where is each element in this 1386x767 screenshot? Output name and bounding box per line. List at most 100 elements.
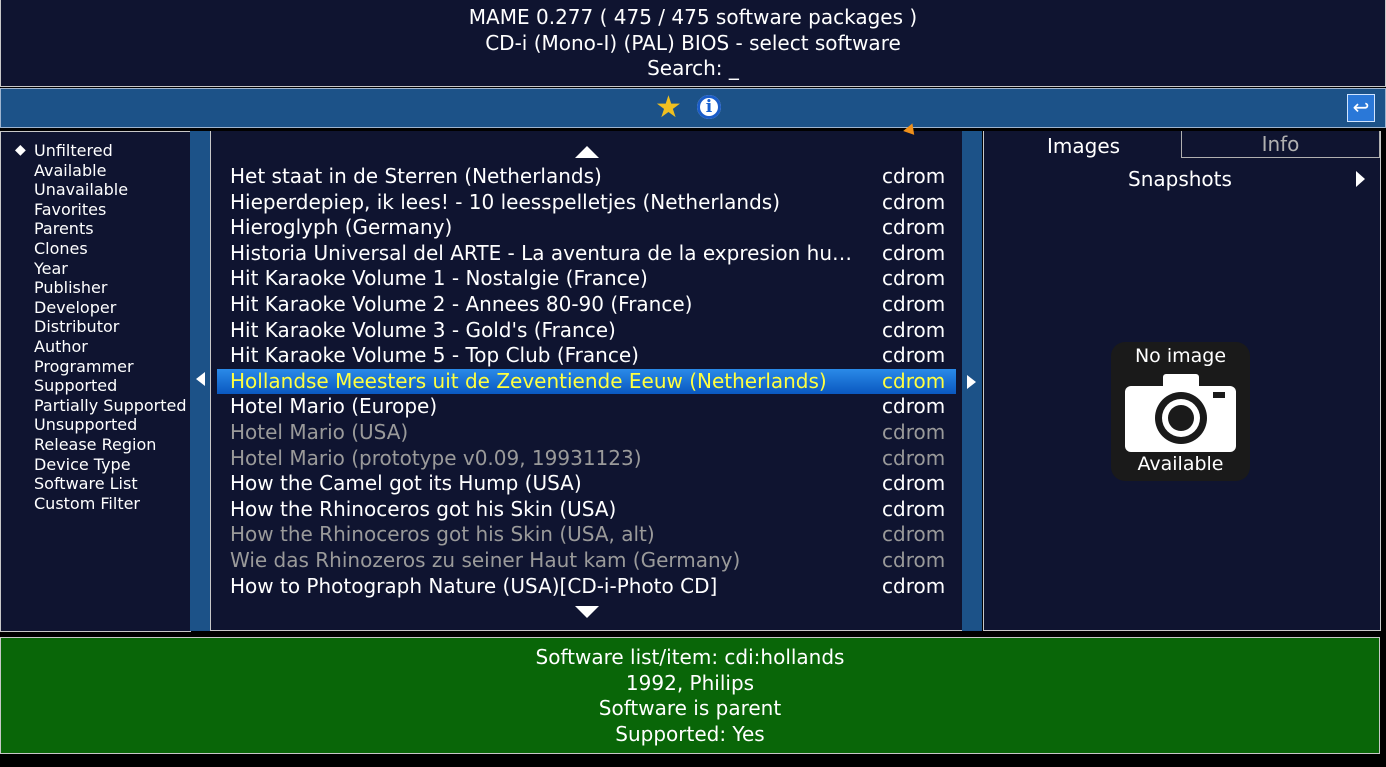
software-rows: Het staat in de Sterren (Netherlands) cdr… [211,164,962,599]
media-type: cdrom [882,189,946,214]
tab-info[interactable]: Info [1181,131,1380,158]
filter-label: Parents [34,219,94,239]
software-row[interactable]: Wie das Rhinozeros zu seiner Haut kam (G… [211,548,962,574]
filter-label: Available [34,160,107,180]
software-name: Hotel Mario (USA) [230,419,409,444]
selected-diamond-icon: ◆ [15,142,26,158]
filter-item[interactable]: Programmer [1,357,187,377]
media-type: cdrom [882,291,946,316]
filter-label: Publisher [34,278,108,298]
software-row[interactable]: Hotel Mario (Europe) cdrom [211,394,962,420]
collapse-left-icon[interactable] [196,372,205,386]
media-type: cdrom [882,419,946,444]
filter-label: Distributor [34,317,120,337]
filter-label: Clones [34,238,88,258]
filter-item[interactable]: Distributor [1,317,187,337]
next-image-type-icon[interactable] [1356,171,1365,187]
filter-item[interactable]: Supported [1,376,187,396]
software-name: Hieperdepiep, ik lees! - 10 leesspelletj… [230,189,780,214]
filter-item[interactable]: Unavailable [1,180,187,200]
filter-item[interactable]: Device Type [1,455,187,475]
filter-item[interactable]: Partially Supported [1,396,187,416]
software-row[interactable]: Hit Karaoke Volume 2 - Annees 80-90 (Fra… [211,292,962,318]
year-publisher: 1992, Philips [625,670,755,695]
collapse-right-icon[interactable] [967,375,976,389]
no-image-placeholder: No image Available [1111,342,1250,481]
filter-item[interactable]: Unsupported [1,415,187,435]
software-name: How the Rhinoceros got his Skin (USA, al… [230,522,655,547]
software-row[interactable]: Hit Karaoke Volume 3 - Gold's (France) cd… [211,318,962,344]
filter-item[interactable]: Clones [1,239,187,259]
filter-item[interactable]: Parents [1,219,187,239]
filter-label: Favorites [34,199,107,219]
available-label: Available [1137,453,1224,475]
filter-item[interactable]: Custom Filter [1,494,187,514]
software-row[interactable]: How to Photograph Nature (USA)[CD-i-Phot… [211,574,962,600]
filter-item[interactable]: Author [1,337,187,357]
media-type: cdrom [882,547,946,572]
filter-label: Partially Supported [34,395,187,415]
media-type: cdrom [882,368,946,393]
media-type: cdrom [882,522,946,547]
scroll-up-icon[interactable] [575,146,599,158]
filter-item[interactable]: Favorites [1,200,187,220]
software-row[interactable]: Hotel Mario (USA) cdrom [211,420,962,446]
filter-panel: ◆ Unfiltered Available Unavailable Favorites… [0,131,191,632]
star-icon[interactable]: ★ [655,90,682,125]
filter-item[interactable]: Software List [1,474,187,494]
filter-label: Unsupported [34,415,138,435]
tab-images[interactable]: Images [1047,134,1120,158]
media-type: cdrom [882,394,946,419]
software-name: How to Photograph Nature (USA)[CD-i-Phot… [230,573,718,598]
software-name: Hit Karaoke Volume 2 - Annees 80-90 (Fra… [230,291,693,316]
status-footer: Software list/item: cdi:hollands 1992, P… [0,637,1380,754]
filter-label: Author [34,336,88,356]
software-row[interactable]: Hotel Mario (prototype v0.09, 19931123) c… [211,446,962,472]
filter-label: Device Type [34,454,131,474]
software-row[interactable]: How the Camel got its Hump (USA) cdrom [211,471,962,497]
software-row[interactable]: Hit Karaoke Volume 5 - Top Club (France)… [211,343,962,369]
software-list: Het staat in de Sterren (Netherlands) cdr… [210,131,963,631]
info-icon[interactable]: i [697,95,721,119]
filter-label: Unavailable [34,180,129,200]
software-name: Hotel Mario (Europe) [230,394,438,419]
filter-item[interactable]: ◆ Unfiltered [1,141,187,161]
scroll-down-icon[interactable] [575,606,599,618]
filter-label: Unfiltered [34,141,113,160]
software-name: Het staat in de Sterren (Netherlands) [230,164,602,188]
software-name: Historia Universal del ARTE - La aventur… [230,240,853,265]
software-row[interactable]: How the Rhinoceros got his Skin (USA) cdr… [211,497,962,523]
system-title: CD-i (Mono-I) (PAL) BIOS - select softwa… [485,30,901,55]
software-row[interactable]: Historia Universal del ARTE - La aventur… [211,241,962,267]
filter-label: Developer [34,297,117,317]
search-field[interactable]: Search: _ [1,56,1385,82]
media-type: cdrom [882,445,946,470]
parent-status: Software is parent [598,696,782,721]
selected-software-row[interactable]: Hollandse Meesters uit de Zeventiende Ee… [217,368,956,395]
filter-label: Supported [34,376,118,396]
snapshots-selector[interactable]: Snapshots [1128,167,1232,191]
software-row[interactable]: Hit Karaoke Volume 1 - Nostalgie (France… [211,266,962,292]
media-type: cdrom [882,471,946,496]
filter-item[interactable]: Release Region [1,435,187,455]
software-row[interactable]: Hieroglyph (Germany) cdrom [211,215,962,241]
software-item: Software list/item: cdi:hollands [535,645,845,669]
filter-item[interactable]: Publisher [1,278,187,298]
filter-item[interactable]: Year [1,259,187,279]
header: MAME 0.277 ( 475 / 475 software packages… [0,0,1386,87]
media-type: cdrom [882,496,946,521]
software-name: Hit Karaoke Volume 3 - Gold's (France) [230,317,616,342]
back-arrow-icon[interactable]: ↩ [1347,94,1375,122]
software-row[interactable]: Het staat in de Sterren (Netherlands) cdr… [211,164,962,190]
media-type: cdrom [882,164,946,188]
filter-item[interactable]: Available [1,161,187,181]
no-image-label: No image [1134,345,1227,367]
software-name: How the Rhinoceros got his Skin (USA) [230,496,617,521]
filter-item[interactable]: Developer [1,298,187,318]
software-row[interactable]: How the Rhinoceros got his Skin (USA, al… [211,522,962,548]
software-name: Hit Karaoke Volume 5 - Top Club (France) [230,343,639,368]
filter-label: Custom Filter [34,493,141,513]
software-name: Hollandse Meesters uit de Zeventiende Ee… [230,368,827,393]
software-name: Hotel Mario (prototype v0.09, 19931123) [230,445,642,470]
software-row[interactable]: Hieperdepiep, ik lees! - 10 leesspelletj… [211,190,962,216]
